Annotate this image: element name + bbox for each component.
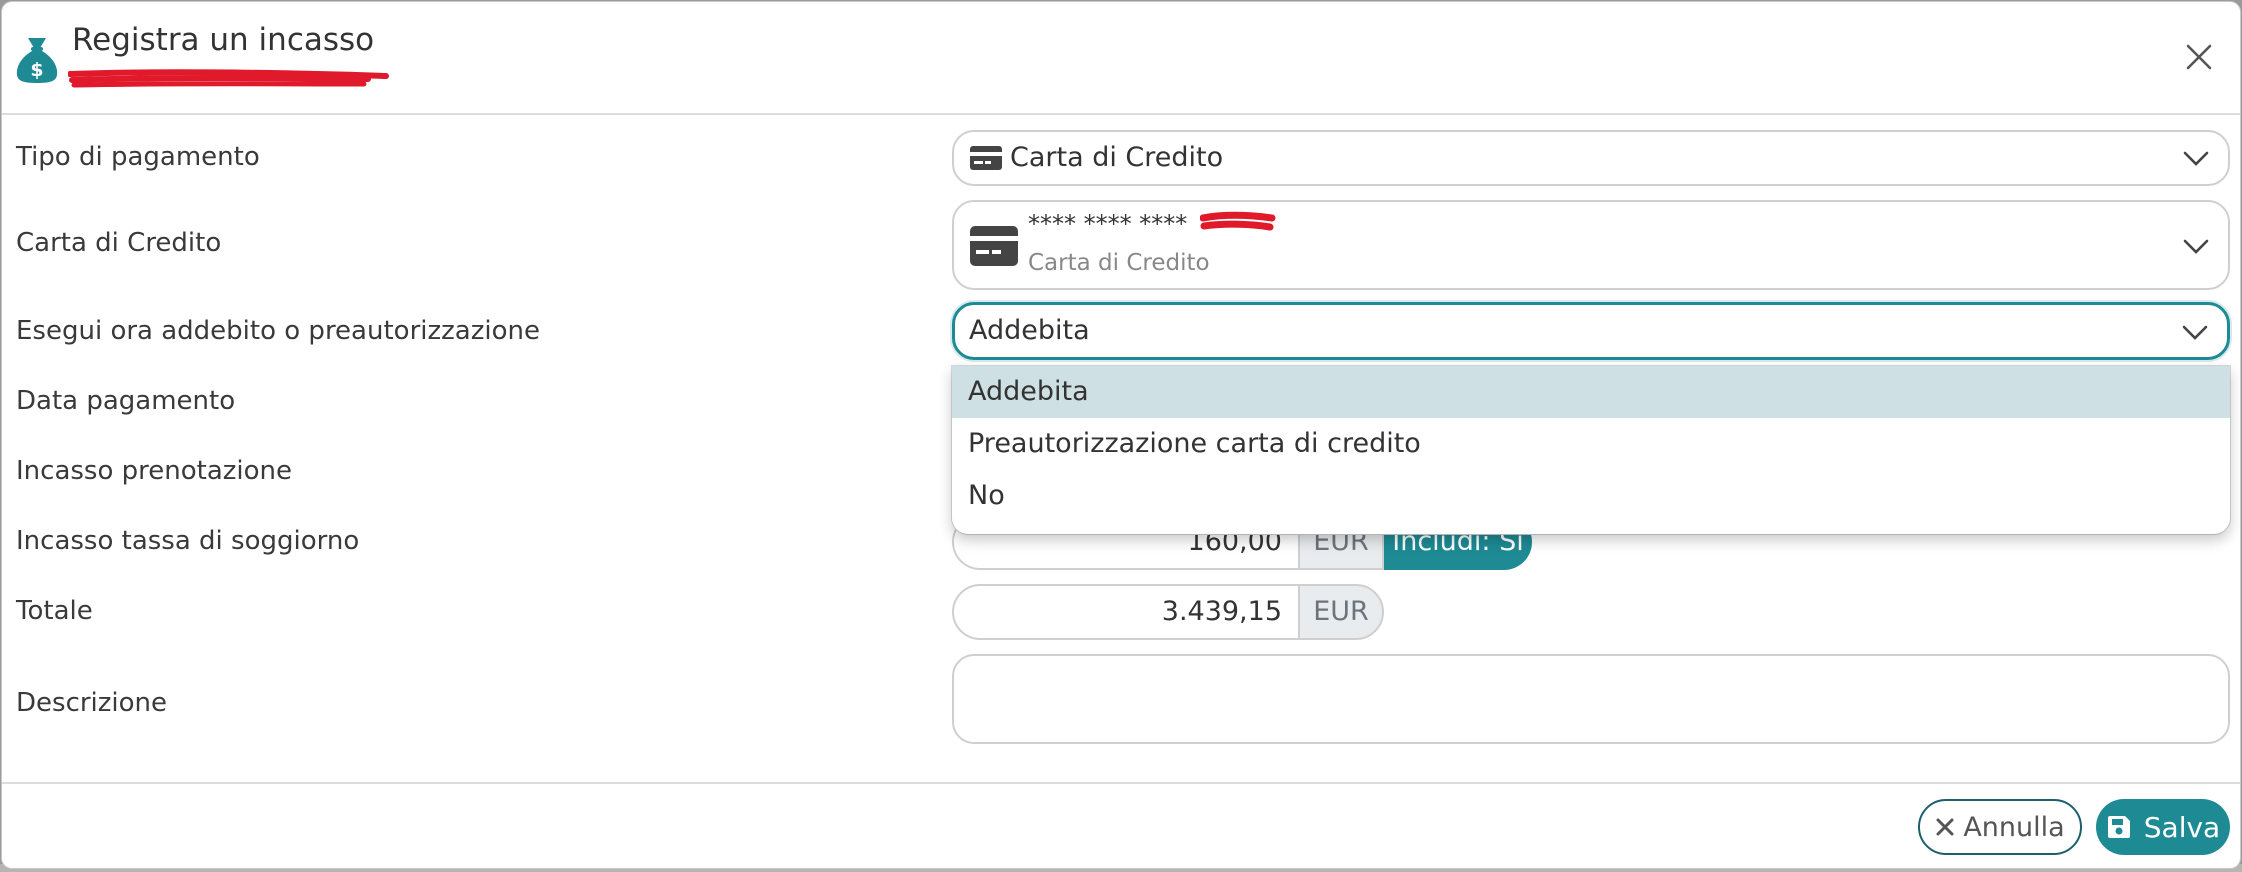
esegui-label: Esegui ora addebito o preautorizzazione bbox=[16, 316, 540, 346]
incasso-tassa-label: Incasso tassa di soggiorno bbox=[16, 526, 360, 556]
modal-footer: Annulla Salva bbox=[2, 782, 2240, 868]
cancel-button[interactable]: Annulla bbox=[1918, 799, 2082, 855]
carta-credito-select[interactable]: **** **** **** Carta di Credito bbox=[952, 200, 2230, 290]
tipo-pagamento-select[interactable]: Carta di Credito bbox=[952, 130, 2230, 186]
tipo-pagamento-value: Carta di Credito bbox=[1010, 142, 1224, 173]
dropdown-option-no[interactable]: No bbox=[952, 470, 2230, 522]
modal-title: Registra un incasso bbox=[72, 22, 375, 58]
currency-unit: EUR bbox=[1298, 584, 1384, 640]
data-pagamento-label: Data pagamento bbox=[16, 386, 236, 416]
chevron-down-icon bbox=[2183, 239, 2209, 254]
close-icon bbox=[1936, 818, 1954, 836]
totale-label: Totale bbox=[16, 596, 93, 626]
descrizione-label: Descrizione bbox=[16, 688, 168, 718]
close-icon[interactable] bbox=[2184, 42, 2214, 72]
tipo-pagamento-label: Tipo di pagamento bbox=[16, 142, 260, 172]
carta-credito-label: Carta di Credito bbox=[16, 228, 222, 258]
dropdown-option-preautorizzazione[interactable]: Preautorizzazione carta di credito bbox=[952, 418, 2230, 470]
redacted-card-digits bbox=[1200, 211, 1276, 231]
chevron-down-icon bbox=[2183, 151, 2209, 166]
incasso-prenotazione-label: Incasso prenotazione bbox=[16, 456, 293, 486]
svg-text:$: $ bbox=[30, 59, 43, 81]
redacted-guest-name bbox=[68, 69, 389, 88]
totale-input[interactable]: 3.439,15 bbox=[952, 584, 1298, 640]
card-subtext: Carta di Credito bbox=[1028, 250, 1210, 276]
payment-modal: $ Registra un incasso Tipo di pagamento … bbox=[2, 2, 2240, 868]
credit-card-icon bbox=[970, 146, 1002, 170]
modal-header: $ Registra un incasso bbox=[2, 2, 2240, 115]
cancel-button-label: Annulla bbox=[1963, 811, 2065, 843]
floppy-disk-icon bbox=[2107, 816, 2130, 838]
esegui-value: Addebita bbox=[969, 315, 1090, 346]
card-masked-number: **** **** **** bbox=[1028, 210, 1188, 238]
money-bag-icon: $ bbox=[16, 38, 58, 83]
esegui-dropdown-menu: Addebita Preautorizzazione carta di cred… bbox=[952, 366, 2230, 534]
credit-card-icon bbox=[970, 226, 1018, 266]
save-button-label: Salva bbox=[2143, 810, 2221, 844]
esegui-select[interactable]: Addebita bbox=[952, 302, 2230, 360]
descrizione-textarea[interactable] bbox=[952, 654, 2230, 744]
dropdown-option-addebita[interactable]: Addebita bbox=[952, 366, 2230, 418]
save-button[interactable]: Salva bbox=[2096, 799, 2230, 855]
chevron-down-icon bbox=[2182, 325, 2208, 340]
